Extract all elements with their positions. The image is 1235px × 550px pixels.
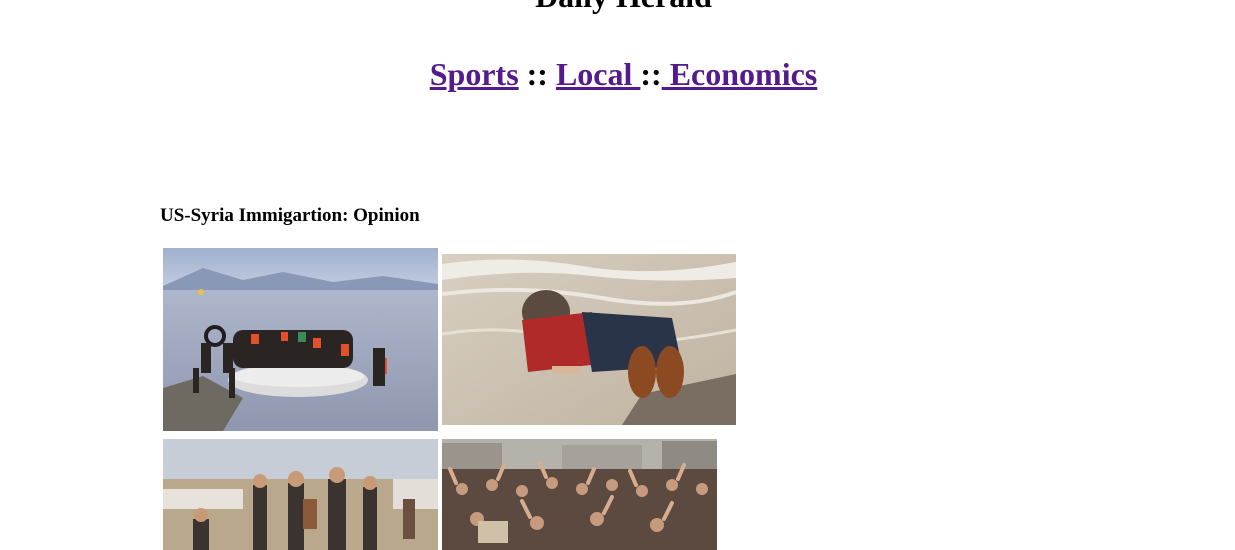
refugee-camp-children-image	[163, 439, 438, 550]
nav-bar: Sports :: Local :: Economics	[0, 54, 1235, 94]
nav-separator: ::	[526, 56, 548, 92]
nav-separator: ::	[640, 56, 662, 92]
site-title: Daily Herald	[0, 0, 1235, 14]
child-on-beach-photo[interactable]	[442, 254, 736, 425]
refugee-boat-photo[interactable]	[163, 248, 438, 431]
protest-crowd-image	[442, 439, 717, 550]
child-on-beach-image	[442, 254, 736, 425]
nav-link-sports[interactable]: Sports	[430, 56, 519, 92]
refugee-boat-image	[163, 248, 438, 431]
nav-link-economics[interactable]: Economics	[662, 56, 818, 92]
article-title: US-Syria Immigartion: Opinion	[160, 205, 420, 226]
page: Daily Herald Sports :: Local :: Economic…	[0, 0, 1235, 550]
refugee-camp-children-photo[interactable]	[163, 439, 438, 550]
nav-link-local[interactable]: Local	[556, 56, 640, 92]
protest-crowd-photo[interactable]	[442, 439, 717, 550]
